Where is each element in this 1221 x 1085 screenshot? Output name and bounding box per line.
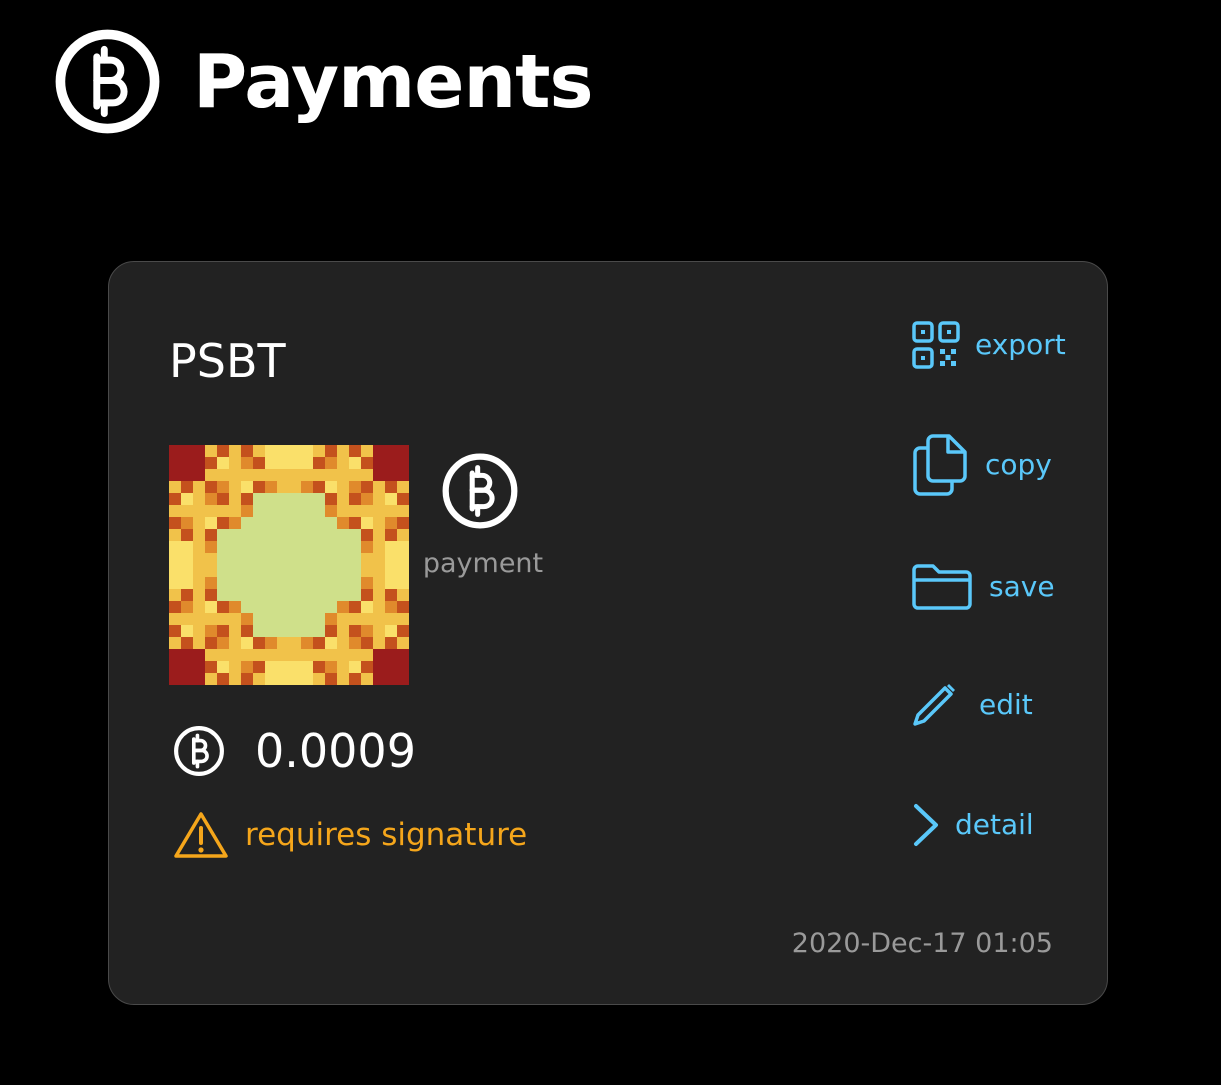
bitcoin-circle-icon (174, 726, 224, 776)
payments-screen: Payments PSBT payment 0.0009 requires si… (0, 0, 1221, 1085)
save-label: save (989, 570, 1055, 603)
chevron-right-icon (914, 804, 938, 846)
bitcoin-circle-icon (55, 29, 160, 134)
page-header: Payments (54, 28, 594, 135)
page-title: Payments (193, 38, 594, 125)
bitcoin-circle-icon (442, 453, 518, 529)
status-row: requires signature (173, 810, 527, 860)
copy-documents-icon (913, 434, 967, 496)
export-button[interactable]: export (911, 320, 1066, 370)
payment-type-label: payment (422, 548, 544, 579)
export-label: export (975, 328, 1066, 361)
copy-button[interactable]: copy (911, 432, 1052, 498)
amount-row: 0.0009 (173, 725, 416, 777)
card-title: PSBT (169, 334, 286, 388)
pencil-icon (913, 684, 955, 726)
identicon-image (169, 445, 409, 685)
timestamp: 2020-Dec-17 01:05 (791, 928, 1053, 959)
warning-triangle-icon (174, 812, 228, 858)
detail-label: detail (955, 808, 1034, 841)
copy-label: copy (985, 448, 1052, 481)
edit-button[interactable]: edit (911, 682, 1033, 728)
save-button[interactable]: save (911, 562, 1055, 612)
folder-icon (912, 564, 972, 610)
detail-button[interactable]: detail (911, 802, 1034, 848)
status-text: requires signature (245, 816, 528, 853)
psbt-card[interactable]: PSBT payment 0.0009 requires signature e… (108, 261, 1108, 1005)
edit-label: edit (979, 688, 1033, 721)
qr-code-icon (912, 321, 960, 369)
amount-value: 0.0009 (255, 724, 416, 778)
